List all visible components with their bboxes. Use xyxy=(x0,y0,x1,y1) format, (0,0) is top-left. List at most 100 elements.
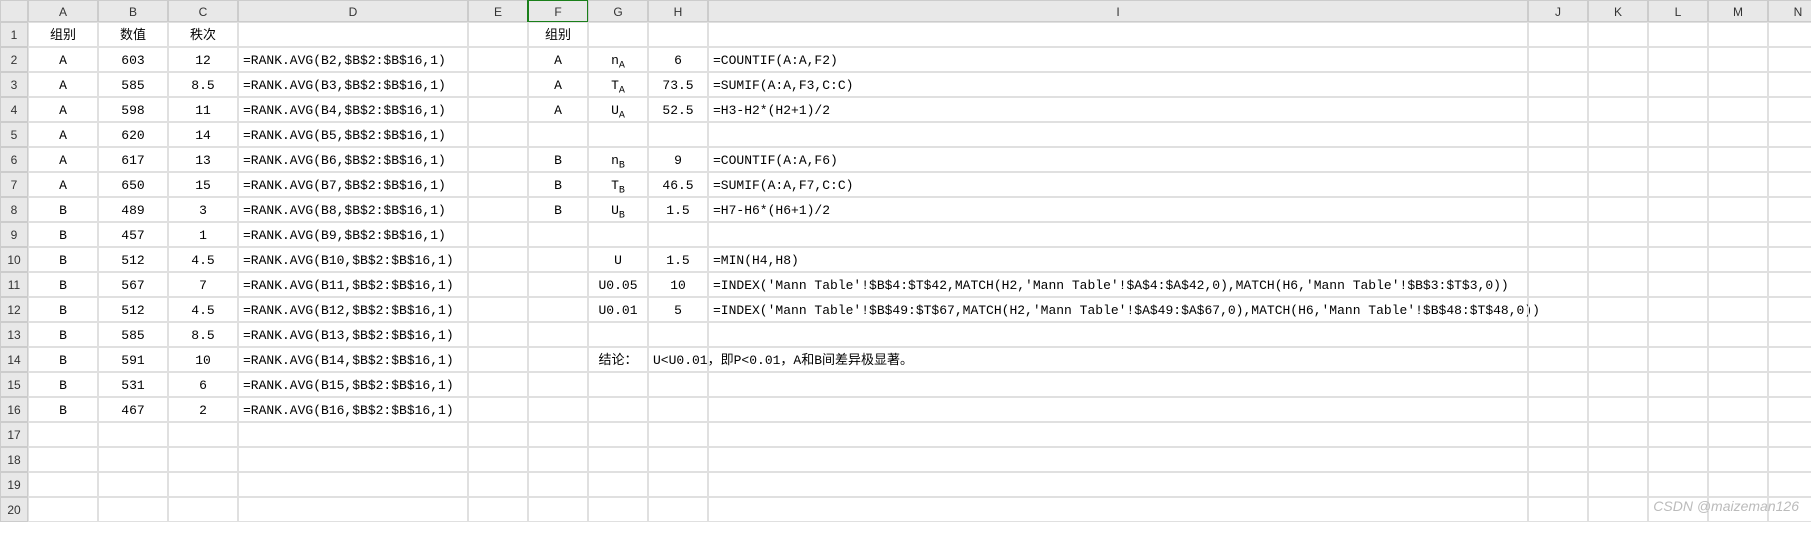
row-header-13[interactable]: 13 xyxy=(0,322,28,347)
cell-D11[interactable]: =RANK.AVG(B11,$B$2:$B$16,1) xyxy=(238,272,468,297)
cell-K10[interactable] xyxy=(1588,247,1648,272)
cell-J19[interactable] xyxy=(1528,472,1588,497)
cell-D16[interactable]: =RANK.AVG(B16,$B$2:$B$16,1) xyxy=(238,397,468,422)
cell-F9[interactable] xyxy=(528,222,588,247)
cell-A11[interactable]: B xyxy=(28,272,98,297)
cell-I13[interactable] xyxy=(708,322,1528,347)
cell-D8[interactable]: =RANK.AVG(B8,$B$2:$B$16,1) xyxy=(238,197,468,222)
cell-B14[interactable]: 591 xyxy=(98,347,168,372)
row-header-1[interactable]: 1 xyxy=(0,22,28,47)
cell-C7[interactable]: 15 xyxy=(168,172,238,197)
cell-C4[interactable]: 11 xyxy=(168,97,238,122)
cell-K18[interactable] xyxy=(1588,447,1648,472)
cell-H16[interactable] xyxy=(648,397,708,422)
cell-J8[interactable] xyxy=(1528,197,1588,222)
cell-D9[interactable]: =RANK.AVG(B9,$B$2:$B$16,1) xyxy=(238,222,468,247)
cell-K15[interactable] xyxy=(1588,372,1648,397)
row-header-10[interactable]: 10 xyxy=(0,247,28,272)
cell-M2[interactable] xyxy=(1708,47,1768,72)
cell-I3[interactable]: =SUMIF(A:A,F3,C:C) xyxy=(708,72,1528,97)
cell-L2[interactable] xyxy=(1648,47,1708,72)
cell-C18[interactable] xyxy=(168,447,238,472)
cell-I16[interactable] xyxy=(708,397,1528,422)
row-header-7[interactable]: 7 xyxy=(0,172,28,197)
cell-N14[interactable] xyxy=(1768,347,1811,372)
cell-I10[interactable]: =MIN(H4,H8) xyxy=(708,247,1528,272)
cell-E18[interactable] xyxy=(468,447,528,472)
row-header-9[interactable]: 9 xyxy=(0,222,28,247)
cell-K19[interactable] xyxy=(1588,472,1648,497)
row-header-15[interactable]: 15 xyxy=(0,372,28,397)
cell-F1[interactable]: 组别 xyxy=(528,22,588,47)
cell-F8[interactable]: B xyxy=(528,197,588,222)
cell-J5[interactable] xyxy=(1528,122,1588,147)
cell-B19[interactable] xyxy=(98,472,168,497)
row-header-19[interactable]: 19 xyxy=(0,472,28,497)
cell-I20[interactable] xyxy=(708,497,1528,522)
cell-G8[interactable]: UB xyxy=(588,197,648,222)
cell-K3[interactable] xyxy=(1588,72,1648,97)
row-header-16[interactable]: 16 xyxy=(0,397,28,422)
cell-K20[interactable] xyxy=(1588,497,1648,522)
cell-A18[interactable] xyxy=(28,447,98,472)
cell-C14[interactable]: 10 xyxy=(168,347,238,372)
cell-A16[interactable]: B xyxy=(28,397,98,422)
cell-H8[interactable]: 1.5 xyxy=(648,197,708,222)
cell-E2[interactable] xyxy=(468,47,528,72)
cell-I17[interactable] xyxy=(708,422,1528,447)
cell-J11[interactable] xyxy=(1528,272,1588,297)
cell-E12[interactable] xyxy=(468,297,528,322)
cell-I14[interactable] xyxy=(708,347,1528,372)
cell-G10[interactable]: U xyxy=(588,247,648,272)
cell-N16[interactable] xyxy=(1768,397,1811,422)
cell-K11[interactable] xyxy=(1588,272,1648,297)
cell-N4[interactable] xyxy=(1768,97,1811,122)
cell-G7[interactable]: TB xyxy=(588,172,648,197)
cell-L13[interactable] xyxy=(1648,322,1708,347)
col-header-B[interactable]: B xyxy=(98,0,168,22)
cell-L9[interactable] xyxy=(1648,222,1708,247)
cell-K5[interactable] xyxy=(1588,122,1648,147)
cell-H19[interactable] xyxy=(648,472,708,497)
cell-B3[interactable]: 585 xyxy=(98,72,168,97)
cell-B11[interactable]: 567 xyxy=(98,272,168,297)
cell-C2[interactable]: 12 xyxy=(168,47,238,72)
cell-L6[interactable] xyxy=(1648,147,1708,172)
cell-D3[interactable]: =RANK.AVG(B3,$B$2:$B$16,1) xyxy=(238,72,468,97)
cell-M12[interactable] xyxy=(1708,297,1768,322)
cell-A10[interactable]: B xyxy=(28,247,98,272)
cell-L3[interactable] xyxy=(1648,72,1708,97)
cell-E1[interactable] xyxy=(468,22,528,47)
cell-G13[interactable] xyxy=(588,322,648,347)
cell-H10[interactable]: 1.5 xyxy=(648,247,708,272)
row-header-8[interactable]: 8 xyxy=(0,197,28,222)
cell-G6[interactable]: nB xyxy=(588,147,648,172)
cell-D6[interactable]: =RANK.AVG(B6,$B$2:$B$16,1) xyxy=(238,147,468,172)
cell-K2[interactable] xyxy=(1588,47,1648,72)
cell-H18[interactable] xyxy=(648,447,708,472)
cell-F13[interactable] xyxy=(528,322,588,347)
cell-B10[interactable]: 512 xyxy=(98,247,168,272)
cell-L18[interactable] xyxy=(1648,447,1708,472)
cell-E14[interactable] xyxy=(468,347,528,372)
col-header-G[interactable]: G xyxy=(588,0,648,22)
spreadsheet-grid[interactable]: ABCDEFGHIJKLMNOPQRST1组别数值秩次组别2A60312=RAN… xyxy=(0,0,1811,522)
cell-E6[interactable] xyxy=(468,147,528,172)
cell-A14[interactable]: B xyxy=(28,347,98,372)
cell-D14[interactable]: =RANK.AVG(B14,$B$2:$B$16,1) xyxy=(238,347,468,372)
cell-G20[interactable] xyxy=(588,497,648,522)
col-header-L[interactable]: L xyxy=(1648,0,1708,22)
cell-J4[interactable] xyxy=(1528,97,1588,122)
cell-L19[interactable] xyxy=(1648,472,1708,497)
cell-E8[interactable] xyxy=(468,197,528,222)
cell-C17[interactable] xyxy=(168,422,238,447)
col-header-M[interactable]: M xyxy=(1708,0,1768,22)
cell-D19[interactable] xyxy=(238,472,468,497)
cell-H5[interactable] xyxy=(648,122,708,147)
cell-A19[interactable] xyxy=(28,472,98,497)
cell-A17[interactable] xyxy=(28,422,98,447)
cell-A15[interactable]: B xyxy=(28,372,98,397)
cell-N12[interactable] xyxy=(1768,297,1811,322)
cell-L7[interactable] xyxy=(1648,172,1708,197)
cell-G17[interactable] xyxy=(588,422,648,447)
